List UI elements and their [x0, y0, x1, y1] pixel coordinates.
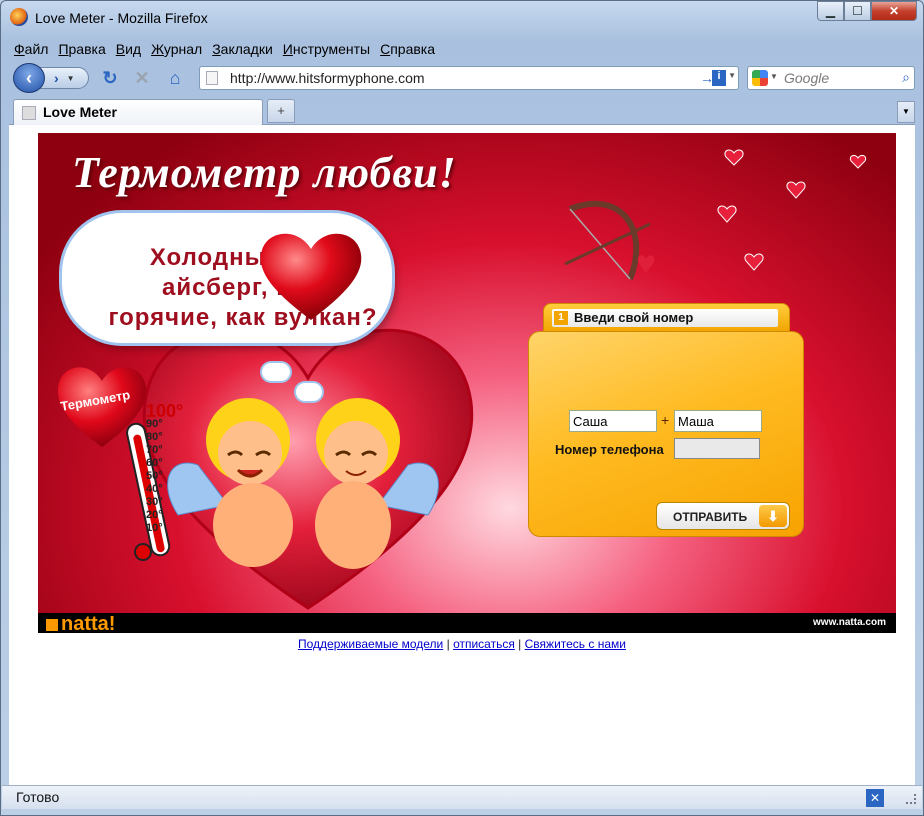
banner-title: Термометр любви!: [72, 148, 457, 197]
page-content: Термометр любви! Холодные, как айсберг, …: [9, 125, 915, 785]
first-name-input[interactable]: [569, 410, 657, 432]
red-heart-icon: [260, 233, 362, 320]
google-icon[interactable]: [752, 70, 768, 86]
forward-button[interactable]: › ▼: [39, 67, 89, 89]
firefox-icon: [10, 8, 28, 26]
tab-list-dropdown-icon[interactable]: ▼: [897, 101, 915, 123]
minimize-button[interactable]: ▁: [817, 1, 844, 21]
natta-logo[interactable]: natta!: [46, 613, 115, 633]
navigation-toolbar: ‹ › ▼ ↻ ✕ ⌂ http://www.hitsformyphone.com…: [9, 61, 915, 95]
stop-icon[interactable]: ✕: [131, 67, 153, 89]
cupid-bow-icon: [564, 200, 655, 281]
tab-favicon: [22, 106, 36, 120]
menu-edit[interactable]: Правка: [53, 39, 110, 59]
form-header-tab: 1 Введи свой номер: [543, 303, 790, 333]
maximize-button[interactable]: ☐: [844, 1, 871, 21]
love-form-panel: + Номер телефона ОТПРАВИТЬ ⬇: [528, 331, 804, 537]
tab-strip: Love Meter + ▼: [9, 97, 915, 125]
window-controls: ▁ ☐ ✕: [817, 1, 917, 21]
new-tab-button[interactable]: +: [267, 99, 295, 123]
close-button[interactable]: ✕: [871, 1, 917, 21]
supported-models-link[interactable]: Поддерживаемые модели: [298, 637, 443, 651]
search-icon[interactable]: ⌕: [902, 69, 910, 86]
engine-dropdown-icon[interactable]: ▼: [770, 72, 778, 81]
tab-label: Love Meter: [43, 104, 117, 120]
menu-help[interactable]: Справка: [375, 39, 440, 59]
menu-file[interactable]: Файл: [9, 39, 53, 59]
tab-love-meter[interactable]: Love Meter: [13, 99, 263, 125]
search-bar[interactable]: ▼ Google ⌕: [747, 66, 915, 90]
url-bar[interactable]: http://www.hitsformyphone.com → i ▼: [199, 66, 739, 90]
menu-tools[interactable]: Инструменты: [278, 39, 375, 59]
status-text: Готово: [16, 789, 60, 805]
addon-status-icon[interactable]: ✕: [866, 789, 884, 807]
home-icon[interactable]: ⌂: [164, 67, 186, 89]
resize-grip[interactable]: [906, 794, 916, 804]
menu-bookmarks[interactable]: Закладки: [207, 39, 278, 59]
contact-link[interactable]: Свяжитесь с нами: [525, 637, 626, 651]
second-name-input[interactable]: [674, 410, 762, 432]
natta-logo-icon: [46, 618, 58, 631]
menu-view[interactable]: Вид: [111, 39, 146, 59]
small-cloud: [262, 363, 290, 381]
back-button[interactable]: ‹: [13, 63, 45, 93]
phone-label: Номер телефона: [555, 442, 664, 457]
love-meter-banner: Термометр любви! Холодные, как айсберг, …: [38, 133, 896, 633]
plus-sign: +: [661, 412, 670, 428]
submit-button[interactable]: ОТПРАВИТЬ ⬇: [656, 502, 790, 530]
footer-links: Поддерживаемые модели | отписаться | Свя…: [298, 637, 626, 651]
page-favicon: [206, 71, 218, 85]
menu-bar: Файл Правка Вид Журнал Закладки Инструме…: [9, 39, 440, 59]
url-text[interactable]: http://www.hitsformyphone.com: [230, 70, 425, 86]
status-bar: Готово ✕: [2, 785, 922, 809]
step-number: 1: [554, 311, 568, 325]
back-forward-group: ‹ › ▼: [13, 63, 97, 93]
title-bar: Love Meter - Mozilla Firefox ▁ ☐ ✕: [1, 1, 923, 35]
phone-input[interactable]: [674, 438, 760, 459]
info-icon[interactable]: i: [712, 70, 726, 86]
history-dropdown-icon[interactable]: ▼: [67, 74, 75, 83]
down-arrow-icon: ⬇: [759, 505, 787, 527]
thermometer-bulb: [134, 543, 152, 561]
window-title: Love Meter - Mozilla Firefox: [35, 10, 208, 26]
menu-history[interactable]: Журнал: [146, 39, 207, 59]
unsubscribe-link[interactable]: отписаться: [453, 637, 515, 651]
cupids-illustration: [167, 398, 439, 569]
search-placeholder[interactable]: Google: [784, 70, 829, 86]
submit-label: ОТПРАВИТЬ: [673, 510, 748, 524]
banner-footer: natta! www.natta.com: [38, 613, 896, 633]
reload-icon[interactable]: ↻: [99, 67, 121, 89]
browser-window: Love Meter - Mozilla Firefox ▁ ☐ ✕ Файл …: [0, 0, 924, 816]
url-dropdown-icon[interactable]: ▼: [728, 71, 736, 80]
step-label: Введи свой номер: [574, 310, 694, 325]
natta-url[interactable]: www.natta.com: [813, 617, 886, 628]
